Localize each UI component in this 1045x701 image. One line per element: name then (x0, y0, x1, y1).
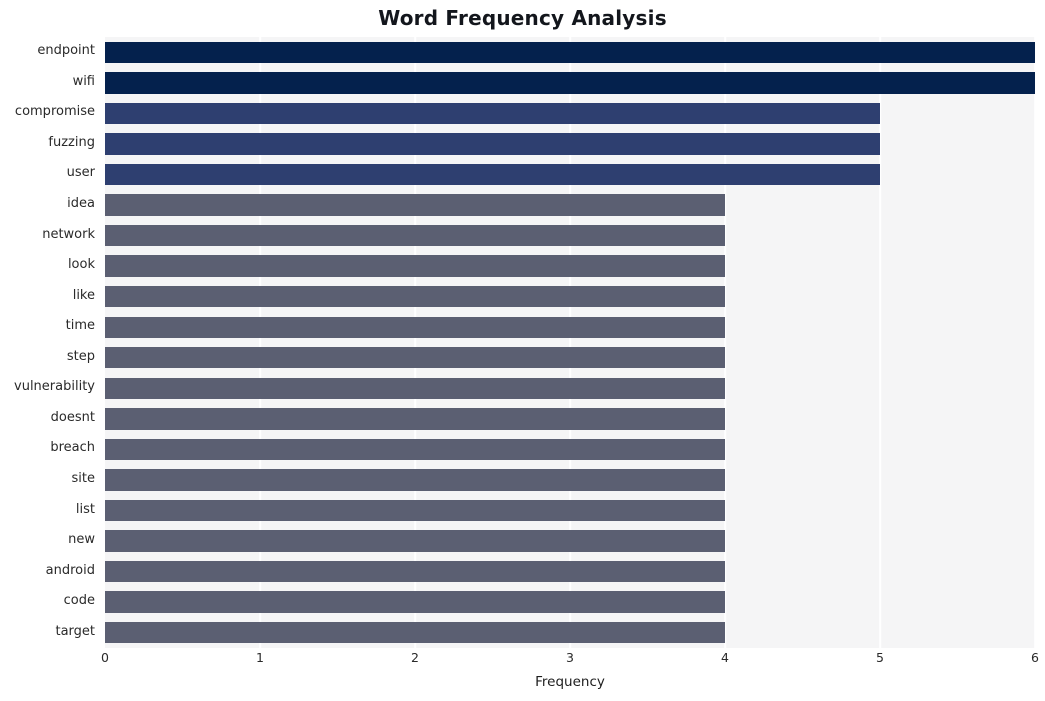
bar (105, 163, 880, 186)
y-axis-tick-label: time (65, 318, 95, 334)
x-axis-tick-label: 0 (101, 650, 109, 665)
bar (105, 530, 725, 552)
bar (105, 285, 725, 308)
bar-row (105, 194, 1035, 216)
bar-row (105, 316, 1035, 338)
bar-row (105, 347, 1035, 369)
bar (105, 347, 725, 369)
bar-row (105, 622, 1035, 644)
bar-row (105, 163, 1035, 186)
bar-row (105, 591, 1035, 613)
bar (105, 408, 725, 430)
page-title: Word Frequency Analysis (378, 6, 667, 30)
y-axis-tick-label: vulnerability (14, 379, 95, 395)
y-axis-tick-label: new (68, 532, 95, 548)
y-axis-tick-label: compromise (14, 104, 95, 120)
bar (105, 499, 725, 522)
bar-row (105, 438, 1035, 461)
bar-row (105, 255, 1035, 277)
bar (105, 255, 725, 277)
x-axis-tick-label: 2 (411, 650, 419, 665)
y-axis-tick-label: look (67, 257, 95, 273)
x-axis-tick-label: 6 (1031, 650, 1039, 665)
x-axis-tick-labels: 0 1 2 3 4 5 6 (101, 650, 1039, 670)
bar (105, 102, 880, 125)
x-axis-tick-label: 1 (256, 650, 264, 665)
bar-row (105, 408, 1035, 430)
bar (105, 469, 725, 491)
bar (105, 560, 725, 583)
y-axis-tick-labels: endpoint wifi compromise fuzzing user idea net… (0, 37, 100, 648)
y-axis-tick-label: step (66, 348, 95, 364)
x-axis-tick-label: 3 (566, 650, 574, 665)
bar (105, 316, 725, 338)
bar-row (105, 41, 1035, 63)
y-axis-tick-label: user (66, 165, 95, 181)
plot-area (105, 37, 1036, 648)
y-axis-tick-label: doesnt (50, 409, 95, 425)
bar-row (105, 102, 1035, 125)
x-axis-tick-label: 5 (876, 650, 884, 665)
y-axis-tick-label: code (63, 593, 95, 609)
bar (105, 194, 725, 216)
bar-row (105, 377, 1035, 399)
y-axis-tick-label: network (42, 226, 95, 242)
bar-row (105, 224, 1035, 247)
x-axis-label: Frequency (535, 674, 605, 690)
y-axis-tick-label: android (45, 562, 95, 578)
bar (105, 224, 725, 247)
bar-row (105, 499, 1035, 522)
bar-row (105, 285, 1035, 308)
y-axis-tick-label: breach (50, 440, 95, 456)
y-axis-tick-label: target (55, 623, 95, 639)
bar-row (105, 469, 1035, 491)
bar-row (105, 530, 1035, 552)
y-axis-tick-label: idea (67, 196, 95, 212)
bar (105, 41, 1035, 63)
y-axis-tick-label: site (71, 470, 95, 486)
bar (105, 591, 725, 613)
x-axis-tick-label: 4 (721, 650, 729, 665)
bar-row (105, 560, 1035, 583)
bar-row (105, 133, 1035, 155)
bar (105, 622, 725, 644)
bar-row (105, 72, 1035, 94)
y-axis-tick-label: fuzzing (48, 134, 95, 150)
bar (105, 438, 725, 461)
y-axis-tick-label: like (72, 287, 95, 303)
bar (105, 377, 725, 399)
bar (105, 133, 880, 155)
bar (105, 72, 1035, 94)
y-axis-tick-label: wifi (72, 73, 95, 89)
bars-layer (105, 37, 1035, 648)
y-axis-tick-label: endpoint (37, 43, 95, 59)
y-axis-tick-label: list (75, 501, 95, 517)
chart-figure: Word Frequency Analysis endpoint wifi comp… (0, 0, 1045, 701)
